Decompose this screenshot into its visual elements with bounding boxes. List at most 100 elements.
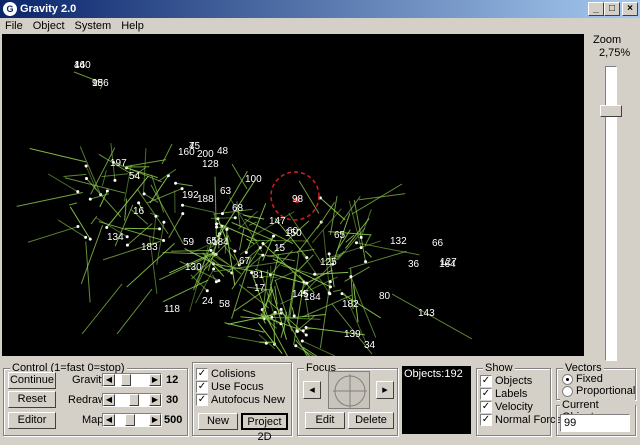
body-label: 145 [292,289,309,300]
trail-line [211,218,235,219]
show-objects-checkbox[interactable]: ✓ [480,375,492,387]
gravity-value: 12 [166,374,178,386]
body-label: 100 [245,174,262,185]
window-title: Gravity 2.0 [20,3,76,15]
body-label: 127 [440,257,457,268]
maximize-button[interactable]: □ [604,2,620,16]
trail-line [69,203,77,205]
map-thumb[interactable] [125,414,135,426]
vectors-proportional-radio[interactable] [562,386,573,397]
body-label: 48 [217,146,229,157]
edit-button[interactable]: Edit [305,412,345,429]
focus-right-button[interactable]: ▸ [376,381,394,399]
body-label: 46 [74,60,86,71]
app-icon: G [3,2,17,16]
zoom-slider-thumb[interactable] [600,105,622,117]
zoom-panel: Zoom 2,75% [587,34,638,356]
trail-line [349,251,407,268]
body-dot [126,244,129,247]
focus-joystick[interactable] [328,371,370,409]
menu-object[interactable]: Object [28,18,70,34]
show-normal-force-checkbox[interactable]: ✓ [480,414,492,426]
body-dot [158,227,161,230]
simulation-drawing: 1401864520048160128197541009819218863681… [2,34,584,356]
use-focus-checkbox[interactable]: ✓ [196,381,208,393]
simulation-canvas[interactable]: 1401864520048160128197541009819218863681… [2,34,584,356]
body-dot [143,192,146,195]
editor-button[interactable]: Editor [8,412,56,429]
redraw-increase-icon[interactable]: ▶ [149,394,161,406]
redraw-decrease-icon[interactable]: ◀ [103,394,115,406]
focus-left-button[interactable]: ◂ [303,381,321,399]
body-dot [280,308,283,311]
show-velocity-checkbox[interactable]: ✓ [480,401,492,413]
trail-line [48,174,78,192]
minimize-button[interactable]: _ [588,2,604,16]
gravity-decrease-icon[interactable]: ◀ [103,374,115,386]
reset-button[interactable]: Reset [8,391,56,408]
body-label: 128 [202,159,219,170]
body-label: 143 [418,308,435,319]
map-value: 500 [164,414,182,426]
body-dot [215,226,218,229]
body-dot [89,238,92,241]
autofocus-checkbox[interactable]: ✓ [196,394,208,406]
trail-line [91,216,97,224]
trail-line [169,214,183,238]
body-dot [328,252,331,255]
gravity-increase-icon[interactable]: ▶ [149,374,161,386]
body-label: 59 [183,237,195,248]
body-label: 182 [342,299,359,310]
map-slider[interactable]: ◀ ▶ [102,413,162,427]
menu-help[interactable]: Help [116,18,149,34]
map-decrease-icon[interactable]: ◀ [103,414,115,426]
body-label: 54 [129,171,141,182]
delete-button[interactable]: Delete [348,412,394,429]
gravity-slider[interactable]: ◀ ▶ [102,373,162,387]
trail-line [117,289,152,334]
trail-line [256,256,260,271]
body-dot [209,249,212,252]
trail-line [315,272,349,274]
redraw-thumb[interactable] [129,394,139,406]
body-dot [89,198,92,201]
trail-line [143,148,146,195]
body-label: 17 [254,283,266,294]
trail-line [365,251,371,257]
objects-count-panel: Objects:192 [402,366,471,434]
vectors-fixed-radio[interactable] [562,374,573,385]
trail-line [290,253,299,318]
gravity-thumb[interactable] [121,374,131,386]
body-dot [360,236,363,239]
trail-line [356,243,419,255]
body-dot [206,289,209,292]
continue-button[interactable]: Continue [8,372,56,389]
project-2d-button[interactable]: Project 2D [241,413,288,430]
map-increase-icon[interactable]: ▶ [149,414,161,426]
body-label: 134 [107,232,124,243]
body-label: 98 [292,194,304,205]
redraw-slider[interactable]: ◀ ▶ [102,393,162,407]
trail-line [28,227,78,243]
body-label: 63 [220,186,232,197]
menu-file[interactable]: File [0,18,28,34]
body-dot [154,215,157,218]
trail-line [228,336,266,343]
show-labels-checkbox[interactable]: ✓ [480,388,492,400]
trail-line [281,329,283,338]
body-dot [217,279,220,282]
body-label: 7 [189,141,195,152]
body-dot [221,212,224,215]
trail-line [352,184,402,214]
body-label: 65 [334,230,346,241]
new-button[interactable]: New [198,413,238,430]
arrow-right-icon: ▸ [382,384,388,396]
body-label: 81 [253,270,265,281]
collisions-checkbox[interactable]: ✓ [196,368,208,380]
arrow-left-icon: ◂ [309,384,315,396]
current-object-field[interactable]: 99 [560,414,630,432]
trail-line [349,201,361,248]
menu-system[interactable]: System [70,18,117,34]
close-button[interactable]: × [622,2,638,16]
body-dot [293,314,296,317]
